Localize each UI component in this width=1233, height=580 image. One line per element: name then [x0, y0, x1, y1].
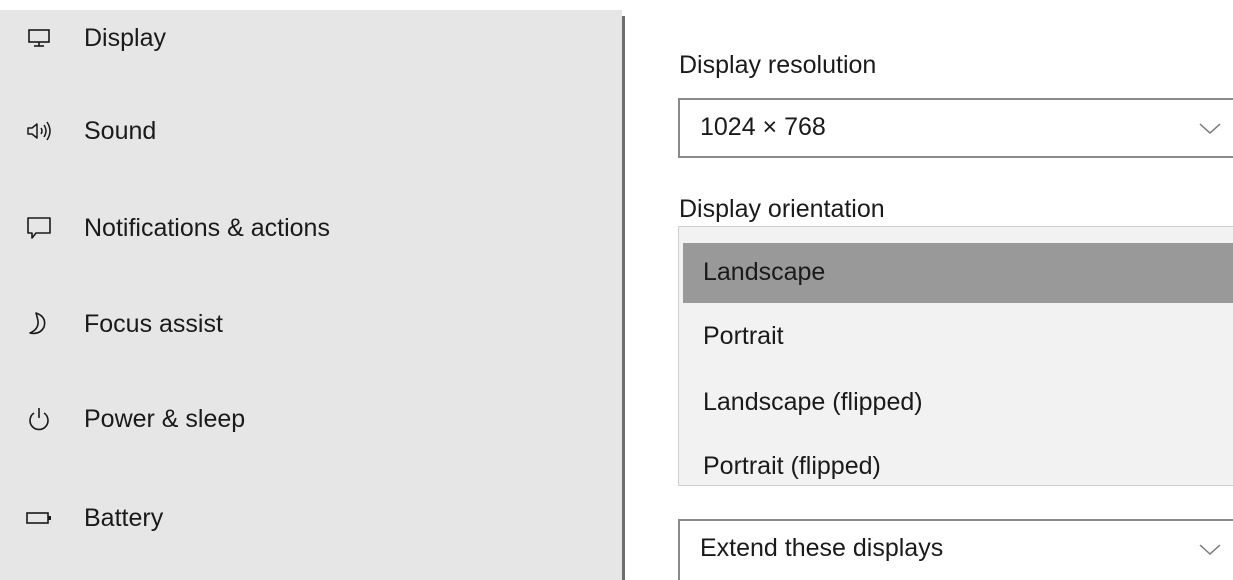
- monitor-icon: [24, 23, 54, 53]
- orientation-option-portrait[interactable]: Portrait: [683, 307, 1233, 367]
- display-resolution-select[interactable]: 1024 × 768: [678, 98, 1233, 158]
- multiple-displays-value: Extend these displays: [700, 534, 944, 562]
- display-orientation-label: Display orientation: [679, 195, 885, 223]
- orientation-option-landscape[interactable]: Landscape: [683, 243, 1233, 303]
- sidebar-item-focus-assist[interactable]: Focus assist: [0, 294, 622, 354]
- sidebar-item-label: Sound: [84, 116, 157, 145]
- display-resolution-label: Display resolution: [679, 51, 877, 79]
- orientation-option-portrait-flipped[interactable]: Portrait (flipped): [683, 437, 1233, 497]
- display-resolution-value: 1024 × 768: [700, 113, 826, 141]
- sidebar-item-label: Focus assist: [84, 309, 223, 338]
- option-label: Landscape: [703, 258, 826, 286]
- message-icon: [24, 213, 54, 243]
- sidebar-item-label: Power & sleep: [84, 404, 246, 433]
- option-label: Landscape (flipped): [703, 388, 923, 416]
- option-label: Portrait (flipped): [703, 452, 881, 480]
- sidebar-item-label: Notifications & actions: [84, 213, 330, 242]
- settings-window: Display Sound Notifications & actions Fo…: [0, 0, 1233, 580]
- display-settings-pane: Display resolution 1024 × 768 Display or…: [626, 0, 1233, 580]
- sidebar-item-power-sleep[interactable]: Power & sleep: [0, 389, 622, 449]
- multiple-displays-select[interactable]: Extend these displays: [678, 519, 1233, 580]
- sidebar-divider: [622, 16, 625, 580]
- sidebar-item-notifications[interactable]: Notifications & actions: [0, 198, 622, 258]
- sidebar-item-sound[interactable]: Sound: [0, 101, 622, 161]
- chevron-down-icon: [1199, 123, 1221, 135]
- sidebar-item-label: Battery: [84, 503, 164, 532]
- battery-icon: [24, 503, 54, 533]
- moon-icon: [24, 309, 54, 339]
- power-icon: [24, 404, 54, 434]
- speaker-icon: [24, 116, 54, 146]
- option-label: Portrait: [703, 322, 784, 350]
- chevron-down-icon: [1199, 544, 1221, 556]
- sidebar-item-battery[interactable]: Battery: [0, 488, 622, 548]
- orientation-dropdown-list: Landscape Portrait Landscape (flipped) P…: [678, 226, 1233, 486]
- orientation-option-landscape-flipped[interactable]: Landscape (flipped): [683, 373, 1233, 433]
- sidebar-item-label: Display: [84, 23, 166, 52]
- sidebar: Display Sound Notifications & actions Fo…: [0, 0, 622, 580]
- sidebar-item-display[interactable]: Display: [0, 8, 622, 68]
